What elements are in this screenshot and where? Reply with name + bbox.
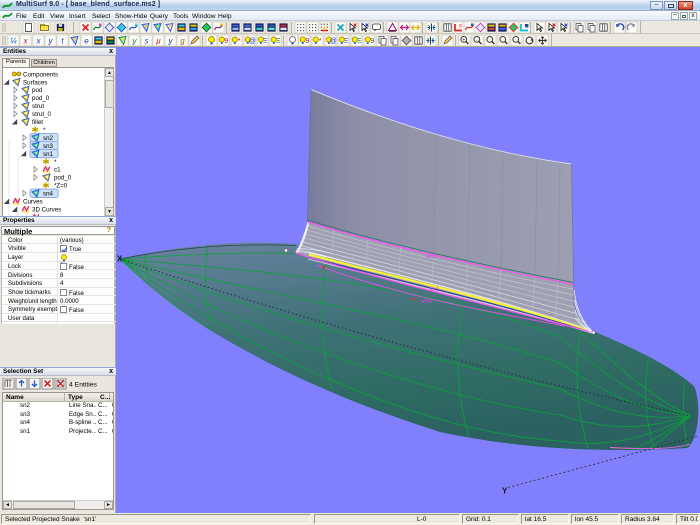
svg-text:sn2: sn2 (426, 253, 437, 260)
svg-text:X: X (117, 255, 123, 264)
svg-text:3D Curves: 3D Curves (32, 206, 61, 213)
svg-text:sn2: sn2 (43, 134, 54, 141)
svg-text:*: * (54, 158, 57, 165)
svg-text:9: 9 (370, 38, 374, 45)
svg-text:pod: pod (32, 87, 43, 94)
svg-text:+: + (462, 37, 465, 43)
svg-text:¼: ¼ (10, 37, 17, 46)
svg-text:Components: Components (23, 71, 58, 78)
svg-text:4 Entities: 4 Entities (69, 382, 98, 389)
svg-text:sn4: sn4 (421, 298, 432, 305)
svg-text:sn4: sn4 (43, 190, 54, 197)
svg-text:strut_0: strut_0 (32, 111, 51, 118)
svg-text:strut: strut (32, 103, 44, 110)
svg-text:sn3: sn3 (43, 142, 54, 149)
svg-text:9: 9 (305, 38, 309, 45)
svg-text:pod_0: pod_0 (54, 174, 72, 181)
svg-text:e: e (84, 37, 89, 46)
svg-text:@: @ (330, 38, 337, 45)
svg-text:@: @ (249, 38, 256, 45)
svg-text:9: 9 (224, 38, 228, 45)
svg-text:pod_0: pod_0 (32, 95, 50, 102)
svg-text:g: g (180, 37, 185, 46)
svg-text:Ξ: Ξ (357, 38, 362, 45)
svg-text:s: s (145, 37, 149, 46)
svg-text:Ξ: Ξ (344, 38, 349, 45)
svg-text:Ξ: Ξ (263, 38, 268, 45)
svg-text:Curves: Curves (23, 198, 43, 205)
svg-text:sn1: sn1 (43, 150, 54, 157)
svg-text:-: - (476, 37, 478, 43)
svg-text:sn1: sn1 (429, 286, 440, 293)
svg-text:fillet: fillet (32, 119, 43, 126)
svg-text:Y: Y (502, 487, 508, 496)
svg-text:μ: μ (155, 37, 161, 46)
svg-text:*: * (238, 38, 241, 45)
svg-text:*Z=0: *Z=0 (54, 182, 68, 189)
svg-text:*: * (43, 126, 46, 133)
svg-text:Ξ: Ξ (276, 38, 281, 45)
svg-text:Surfaces: Surfaces (23, 79, 47, 86)
svg-text:*: * (319, 38, 322, 45)
svg-text:c1: c1 (54, 166, 61, 173)
